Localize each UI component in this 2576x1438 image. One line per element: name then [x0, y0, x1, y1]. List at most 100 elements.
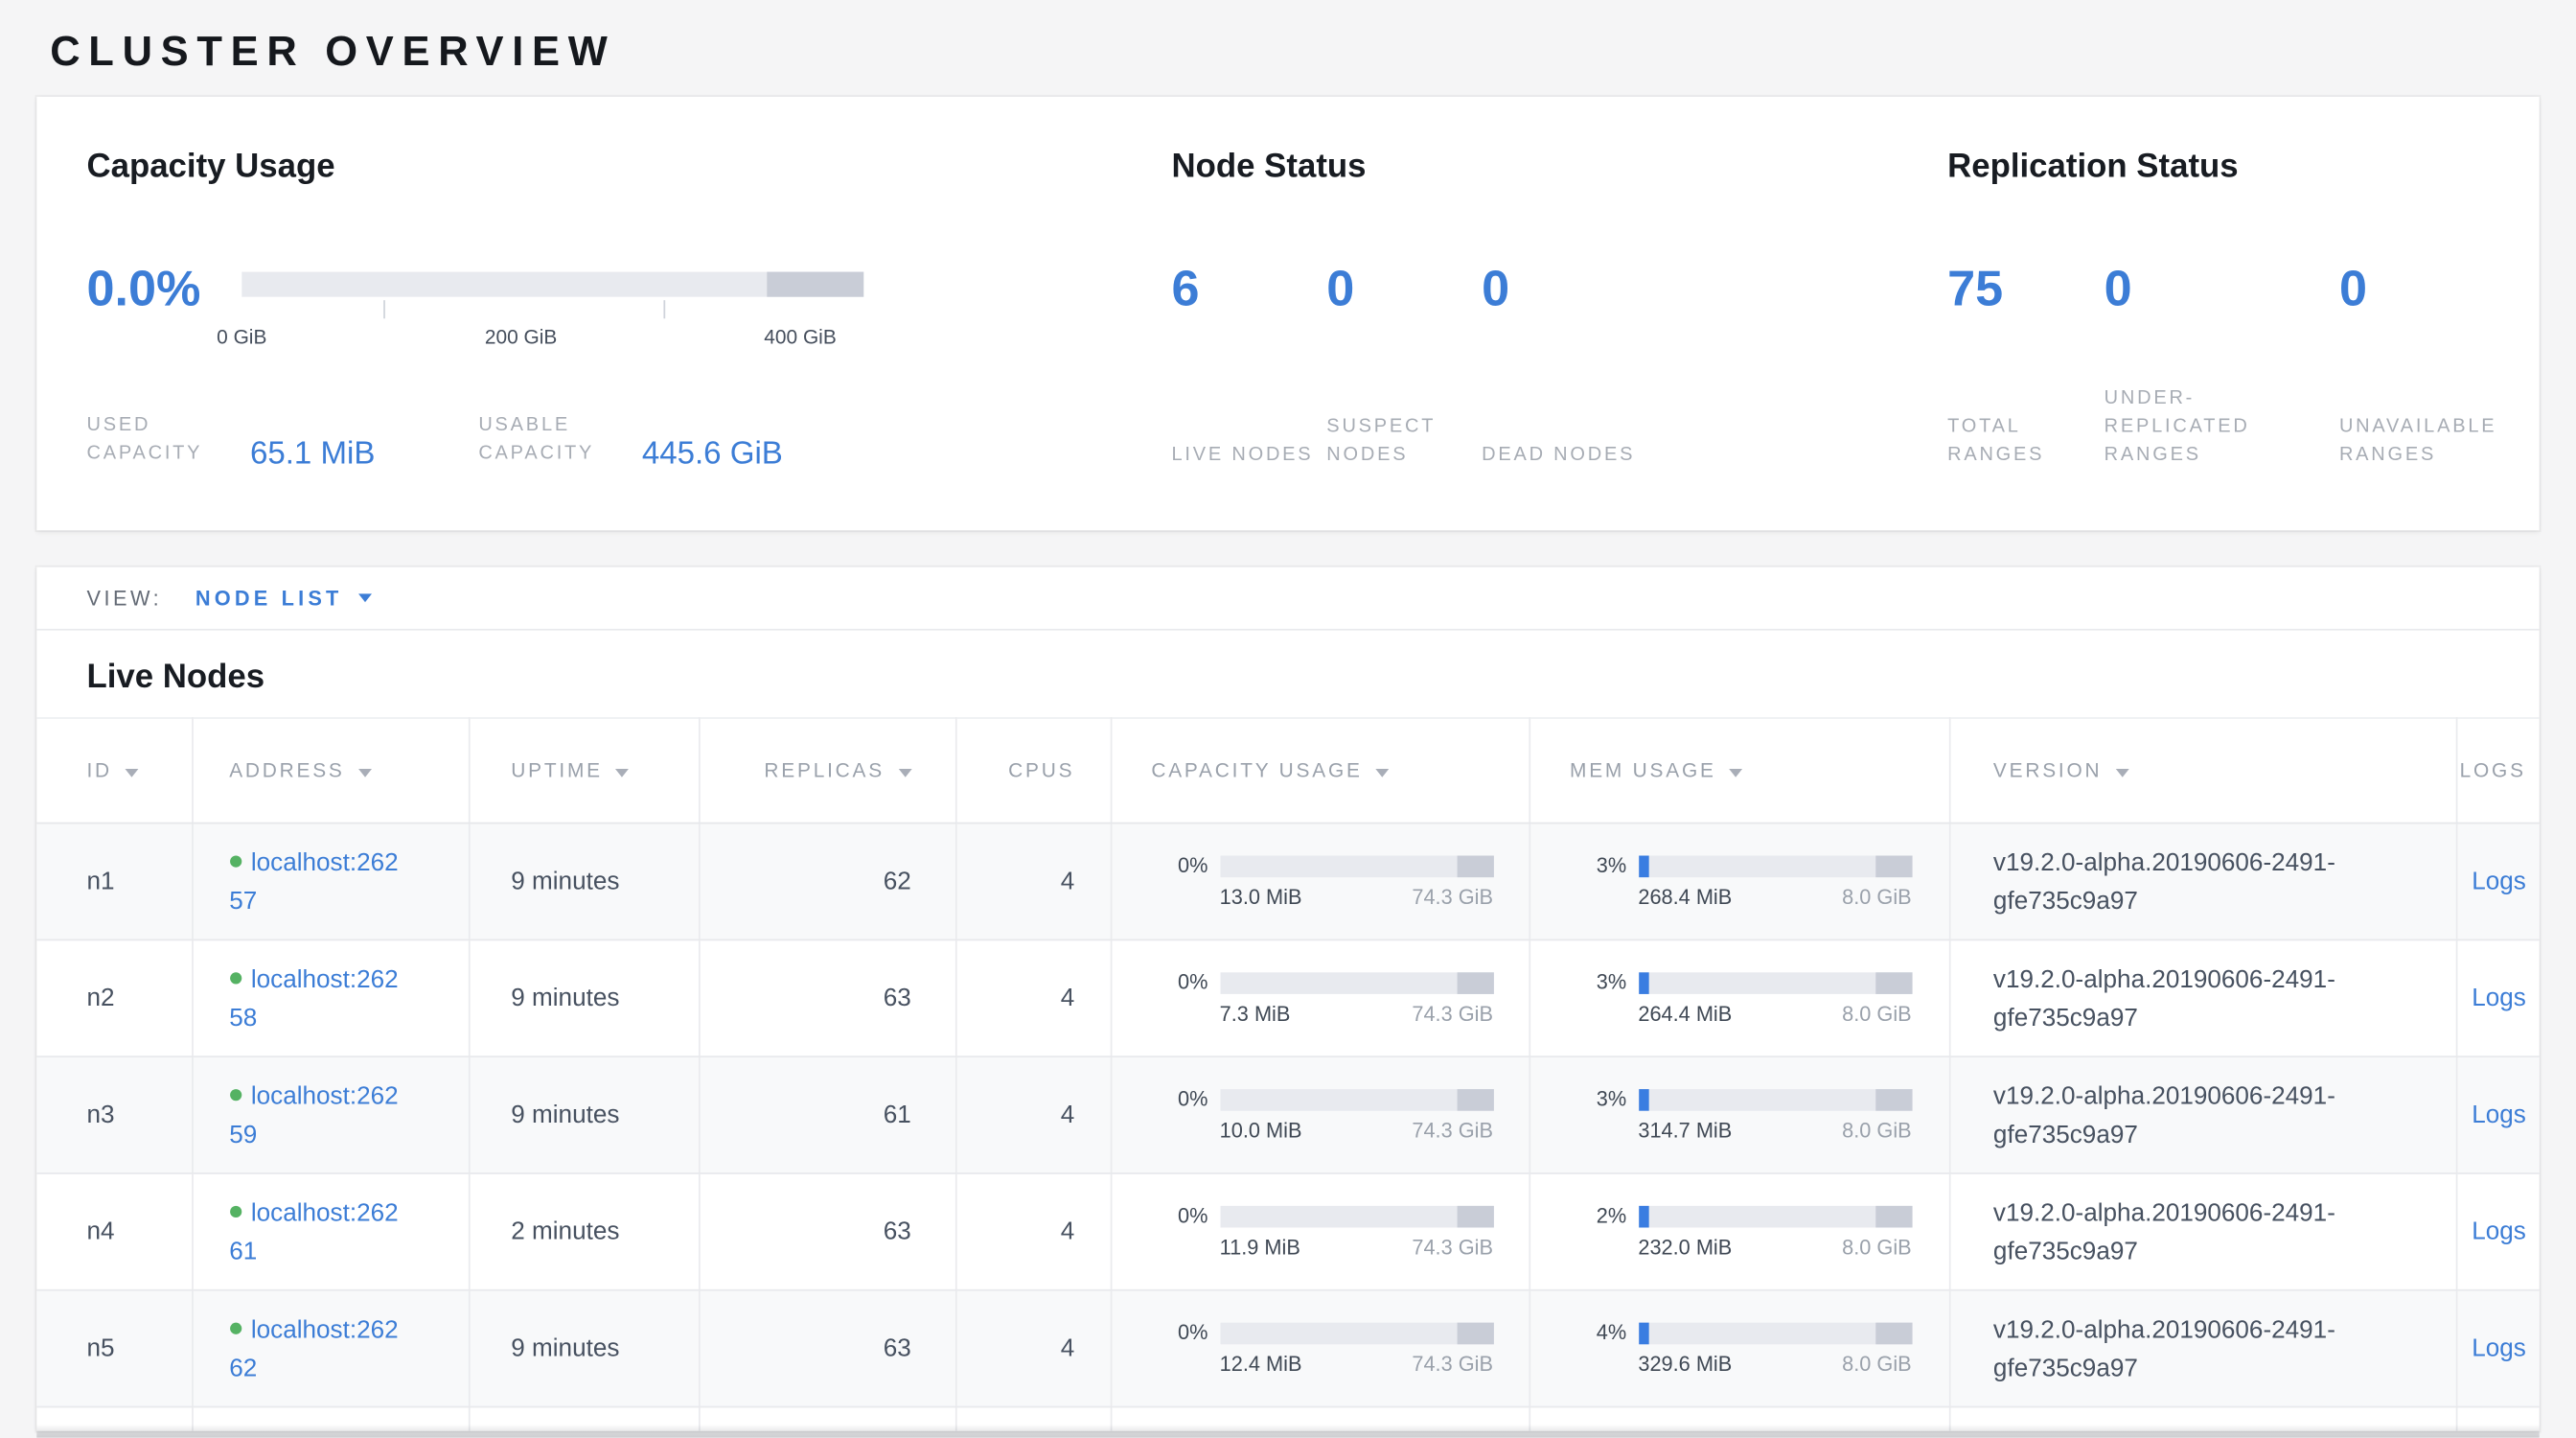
- node-version-cell: v19.2.0-alpha.20190606-2491-gfe735c9a97: [1949, 823, 2456, 940]
- node-capacity-cell: 0% 7.3 MiB74.3 GiB: [1111, 939, 1530, 1056]
- node-replicas-cell: 63: [699, 939, 955, 1056]
- capacity-bar-reserved-segment: [1458, 971, 1493, 993]
- memory-used: 268.4 MiB: [1638, 886, 1732, 909]
- total-ranges-count: 75: [1947, 264, 2104, 317]
- memory-used: 264.4 MiB: [1638, 1003, 1732, 1026]
- capacity-used: 11.9 MiB: [1220, 1236, 1300, 1259]
- node-address-cell: localhost:26257: [192, 823, 469, 940]
- logs-link[interactable]: Logs: [2472, 868, 2526, 896]
- logs-link[interactable]: Logs: [2472, 1218, 2526, 1246]
- sort-arrow-icon: [2115, 769, 2128, 777]
- capacity-bar-reserved-segment: [1458, 1205, 1493, 1227]
- node-cpus-cell: 4: [955, 1173, 1111, 1290]
- node-address-cell: localhost:26259: [192, 1056, 469, 1173]
- node-address-link[interactable]: localhost:26262: [229, 1315, 398, 1382]
- column-header-uptime[interactable]: UPTIME: [469, 718, 699, 823]
- memory-percent: 3%: [1560, 971, 1627, 994]
- node-address-cell: localhost:26262: [192, 1290, 469, 1407]
- capacity-bar: [1220, 1088, 1493, 1110]
- axis-tick-label: 200 GiB: [485, 325, 557, 348]
- node-list-card: VIEW: NODE LIST Live Nodes ID ADDRESS UP…: [36, 568, 2539, 1430]
- usable-capacity-value: 445.6 GiB: [642, 439, 783, 471]
- node-version-cell: v19.2.0-alpha.20190606-2491-gfe735c9a97: [1949, 939, 2456, 1056]
- node-capacity-cell: 0% 10.0 MiB74.3 GiB: [1111, 1056, 1530, 1173]
- under-replicated-ranges-count: 0: [2104, 264, 2339, 317]
- live-nodes-label: LIVE NODES: [1172, 442, 1327, 471]
- capacity-percent: 0%: [1141, 854, 1208, 877]
- node-id-cell: n1: [36, 823, 192, 940]
- table-header-row: ID ADDRESS UPTIME REPLICAS CPUS CAPACITY…: [36, 718, 2539, 823]
- node-replicas-cell: 62: [699, 823, 955, 940]
- dead-nodes-label: DEAD NODES: [1482, 442, 1637, 471]
- replication-status-section: Replication Status 75 TOTAL RANGES 0 UND…: [1947, 147, 2540, 530]
- column-header-version[interactable]: VERSION: [1949, 718, 2456, 823]
- memory-total: 8.0 GiB: [1842, 1003, 1912, 1026]
- suspect-nodes-stat: 0 SUSPECT NODES: [1326, 264, 1482, 471]
- total-ranges-stat: 75 TOTAL RANGES: [1947, 264, 2104, 471]
- node-address-link[interactable]: localhost:26261: [229, 1198, 398, 1265]
- capacity-percent: 0%: [1141, 1321, 1208, 1344]
- sort-arrow-icon: [126, 769, 139, 777]
- node-address-cell: localhost:26258: [192, 939, 469, 1056]
- capacity-used: 13.0 MiB: [1220, 886, 1302, 909]
- node-memory-cell: 3% 264.4 MiB 8.0 GiB: [1529, 939, 1948, 1056]
- used-capacity-stat: USED CAPACITY 65.1 MiB: [86, 412, 478, 469]
- logs-link[interactable]: Logs: [2472, 1101, 2526, 1129]
- node-capacity-cell: 0% 13.0 MiB74.3 GiB: [1111, 823, 1530, 940]
- replication-status-title: Replication Status: [1947, 147, 2540, 187]
- view-bar: VIEW: NODE LIST: [36, 568, 2539, 631]
- column-header-label: ID: [86, 759, 111, 782]
- column-header-label: REPLICAS: [764, 759, 885, 782]
- column-header-address[interactable]: ADDRESS: [192, 718, 469, 823]
- column-header-cpus: CPUS: [955, 718, 1111, 823]
- node-cpus-cell: 4: [955, 939, 1111, 1056]
- node-replicas-cell: 63: [699, 1290, 955, 1407]
- column-header-id[interactable]: ID: [36, 718, 192, 823]
- view-mode-dropdown[interactable]: NODE LIST: [196, 587, 373, 610]
- capacity-bar-reserved-segment: [1458, 1322, 1493, 1344]
- column-header-mem-usage[interactable]: MEM USAGE: [1529, 718, 1948, 823]
- logs-link[interactable]: Logs: [2472, 984, 2526, 1012]
- node-uptime-cell: 9 minutes: [469, 823, 699, 940]
- memory-used: 314.7 MiB: [1638, 1119, 1732, 1142]
- node-logs-cell: Logs: [2456, 1290, 2540, 1407]
- column-header-replicas[interactable]: REPLICAS: [699, 718, 955, 823]
- cluster-summary-card: Capacity Usage 0.0% 0 GiB 200 GiB 400 Gi…: [36, 97, 2539, 530]
- used-capacity-value: 65.1 MiB: [250, 439, 375, 471]
- node-replicas-cell: 63: [699, 1173, 955, 1290]
- cluster-overview-page: CLUSTER OVERVIEW Capacity Usage 0.0% 0 G…: [0, 0, 2576, 1438]
- live-nodes-table: ID ADDRESS UPTIME REPLICAS CPUS CAPACITY…: [36, 717, 2539, 1430]
- capacity-gauge: 0.0% 0 GiB 200 GiB 400 GiB: [86, 264, 1171, 354]
- axis-tick: [663, 300, 665, 318]
- node-memory-cell: 4% 329.6 MiB8.0 GiB: [1529, 1290, 1948, 1407]
- node-address-link[interactable]: localhost:26259: [229, 1081, 398, 1148]
- capacity-bar: [1220, 971, 1493, 993]
- capacity-bar-reserved-segment: [768, 272, 864, 297]
- live-status-icon: [229, 972, 241, 984]
- sort-arrow-icon: [1376, 769, 1390, 777]
- dead-nodes-count: 0: [1482, 264, 1637, 317]
- node-cpus-cell: 4: [955, 1290, 1111, 1407]
- node-logs-cell: Logs: [2456, 1173, 2540, 1290]
- live-status-icon: [229, 856, 241, 868]
- memory-total: 8.0 GiB: [1842, 1353, 1912, 1376]
- node-uptime-cell: 9 minutes: [469, 939, 699, 1056]
- sort-arrow-icon: [358, 769, 372, 777]
- node-replicas-cell: 61: [699, 1056, 955, 1173]
- node-address-link[interactable]: localhost:26258: [229, 964, 398, 1032]
- column-header-label: LOGS: [2460, 759, 2526, 782]
- capacity-usage-section: Capacity Usage 0.0% 0 GiB 200 GiB 400 Gi…: [86, 147, 1171, 530]
- node-status-section: Node Status 6 LIVE NODES 0 SUSPECT NODES…: [1172, 147, 1948, 530]
- table-row: n4 localhost:26261 2 minutes 63 4 0% 11.…: [36, 1173, 2539, 1290]
- memory-bar-fill: [1638, 971, 1647, 993]
- memory-bar-reserved-segment: [1876, 1088, 1912, 1110]
- logs-link[interactable]: Logs: [2472, 1334, 2526, 1363]
- memory-bar-fill: [1638, 1088, 1647, 1110]
- table-row: n1 localhost:26257 9 minutes 62 4 0% 13.…: [36, 823, 2539, 940]
- usable-capacity-stat: USABLE CAPACITY 445.6 GiB: [478, 412, 870, 469]
- total-ranges-label: TOTAL RANGES: [1947, 413, 2104, 470]
- column-header-capacity-usage[interactable]: CAPACITY USAGE: [1111, 718, 1530, 823]
- column-header-label: VERSION: [1993, 759, 2102, 782]
- capacity-bar-reserved-segment: [1458, 855, 1493, 877]
- node-address-link[interactable]: localhost:26257: [229, 848, 398, 916]
